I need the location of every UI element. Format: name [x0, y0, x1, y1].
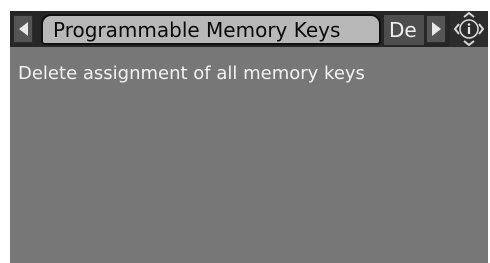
tab-next-partial[interactable]: De — [384, 15, 424, 45]
info-control[interactable] — [450, 11, 488, 47]
next-tab-button[interactable] — [426, 15, 446, 43]
menu-item-label: Delete assignment of all memory keys — [18, 63, 365, 84]
triangle-right-icon — [431, 22, 441, 36]
menu-item-delete-all-memory-keys[interactable]: Delete assignment of all memory keys — [18, 63, 365, 84]
tab-label: De — [389, 18, 417, 42]
tab-bar: Programmable Memory Keys De — [10, 11, 488, 47]
triangle-left-icon — [18, 22, 28, 36]
display-screen: Programmable Memory Keys De Delete assig… — [10, 11, 488, 263]
info-diamond-icon — [453, 11, 485, 47]
tab-programmable-memory-keys[interactable]: Programmable Memory Keys — [41, 14, 381, 45]
previous-tab-button[interactable] — [13, 15, 33, 43]
tab-label: Programmable Memory Keys — [53, 17, 341, 42]
